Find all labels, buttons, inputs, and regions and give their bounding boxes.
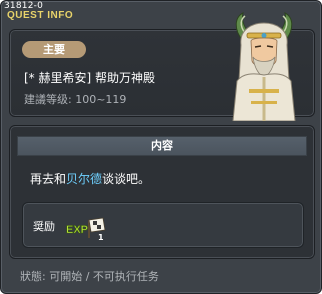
npc-portrait — [232, 12, 296, 121]
quest-name: [* 赫里希安] 帮助万神殿 — [24, 71, 155, 85]
window-title: QUEST INFO — [7, 10, 74, 21]
quest-description: 再去和贝尔德谈谈吧。 — [30, 170, 150, 187]
exp-text: EXP — [66, 224, 88, 236]
reward-count: 1 — [98, 233, 104, 242]
description-suffix: 谈谈吧。 — [102, 172, 151, 186]
quest-content-panel: 内容 再去和贝尔德谈谈吧。 奨励 EXP 1 — [9, 125, 315, 259]
content-header: 内容 — [17, 136, 307, 156]
description-prefix: 再去和 — [30, 172, 67, 186]
quest-type-badge: 主要 — [22, 41, 86, 58]
reward-label: 奨励 — [33, 220, 55, 233]
quest-status: 狀態: 可開始 / 不可执行任务 — [20, 270, 159, 283]
reward-box: 奨励 EXP 1 — [22, 202, 304, 248]
quest-info-window: 31812-0 QUEST INFO 主要 [* 赫里希安] 帮助万神殿 建議等… — [0, 0, 322, 294]
npc-name-link[interactable]: 贝尔德 — [66, 172, 102, 186]
recommended-level: 建議等级: 100~119 — [24, 93, 127, 106]
